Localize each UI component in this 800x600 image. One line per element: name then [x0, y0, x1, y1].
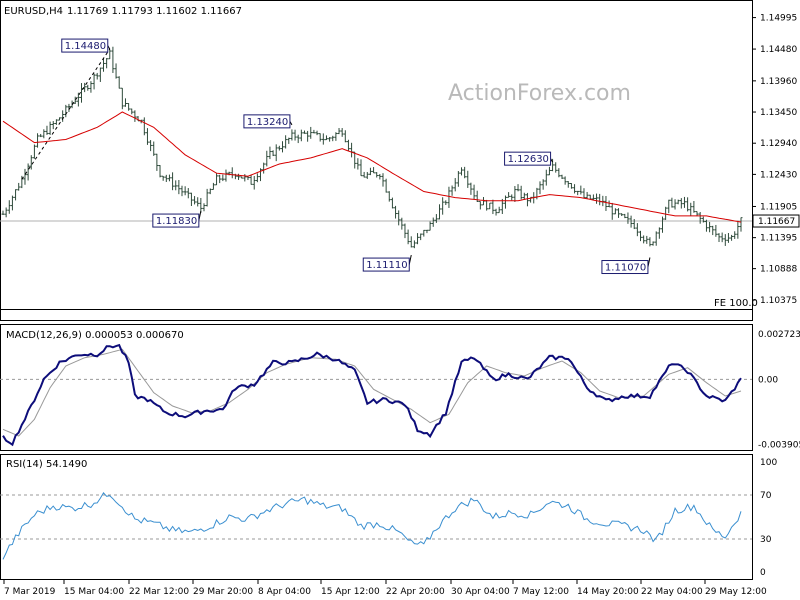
- macd-title: MACD(12,26,9) 0.000053 0.000670: [6, 330, 184, 341]
- y-tick-label: 1.12430: [760, 170, 797, 180]
- rsi-y-tick-label: 70: [760, 491, 772, 501]
- rsi-y-tick-label: 30: [760, 535, 772, 545]
- x-tick-label: 22 May 04:00: [641, 587, 703, 597]
- annotation-text: 1.13240: [247, 117, 288, 128]
- macd-y-tick-label: 0.002723: [758, 330, 800, 340]
- x-tick-label: 29 Mar 20:00: [193, 587, 253, 597]
- rsi-title: RSI(14) 54.1490: [6, 459, 87, 470]
- y-tick-label: 1.11395: [760, 234, 797, 244]
- x-tick-label: 22 Mar 12:00: [129, 587, 189, 597]
- y-tick-label: 1.12940: [760, 139, 797, 149]
- y-tick-label: 1.11905: [760, 202, 797, 212]
- x-tick-label: 7 May 12:00: [513, 587, 569, 597]
- x-tick-label: 15 Apr 12:00: [321, 587, 380, 597]
- y-tick-label: 1.14480: [760, 45, 797, 55]
- macd-y-tick-label: -0.003905: [758, 440, 800, 450]
- x-tick-label: 14 May 20:00: [577, 587, 639, 597]
- x-tick-label: 30 Apr 04:00: [451, 587, 510, 597]
- macd-panel: [0, 324, 753, 451]
- annotation-text: 1.11110: [366, 260, 407, 271]
- fe-label: FE 100.0: [714, 298, 758, 309]
- macd-y-tick-label: 0.00: [758, 375, 778, 385]
- price-annotation: 1.13240: [243, 114, 293, 129]
- annotation-text: 1.12630: [508, 154, 549, 165]
- annotation-text: 1.11070: [605, 263, 646, 274]
- y-tick-label: 1.10888: [760, 265, 797, 275]
- annotation-text: 1.14480: [65, 41, 106, 52]
- y-tick-label: 1.10375: [760, 296, 797, 306]
- price-annotation: 1.12630: [504, 151, 554, 166]
- rsi-panel: [0, 454, 753, 580]
- annotation-text: 1.11830: [156, 216, 197, 227]
- watermark: ActionForex.com: [448, 81, 631, 106]
- price-annotation: 1.14480: [61, 38, 111, 53]
- chart-canvas: ActionForex.com 1.14480 1.13240 1.11830 1.1…: [0, 0, 800, 597]
- x-axis: 7 Mar 2019 15 Mar 04:00 22 Mar 12:00 29 Mar…: [3, 580, 767, 597]
- x-tick-label: 8 Apr 04:00: [258, 587, 311, 597]
- y-tick-label: 1.13450: [760, 108, 797, 118]
- y-tick-label: 1.14995: [760, 14, 797, 24]
- x-tick-label: 22 Apr 20:00: [386, 587, 445, 597]
- y-tick-label: 1.13960: [760, 77, 797, 87]
- current-price-label: 1.11667: [758, 217, 795, 227]
- x-tick-label: 15 Mar 04:00: [64, 587, 124, 597]
- symbol-label: EURUSD,H4: [4, 6, 63, 17]
- x-tick-label: 29 May 12:00: [705, 587, 767, 597]
- x-tick-label: 7 Mar 2019: [4, 587, 56, 597]
- rsi-y-tick-label: 100: [760, 458, 777, 468]
- rsi-y-tick-label: 0: [760, 568, 766, 578]
- ohlc-label: 1.11769 1.11793 1.11602 1.11667: [67, 6, 242, 17]
- y-axis: 1.14995 1.14480 1.13960 1.13450 1.12940 1.124…: [752, 14, 800, 578]
